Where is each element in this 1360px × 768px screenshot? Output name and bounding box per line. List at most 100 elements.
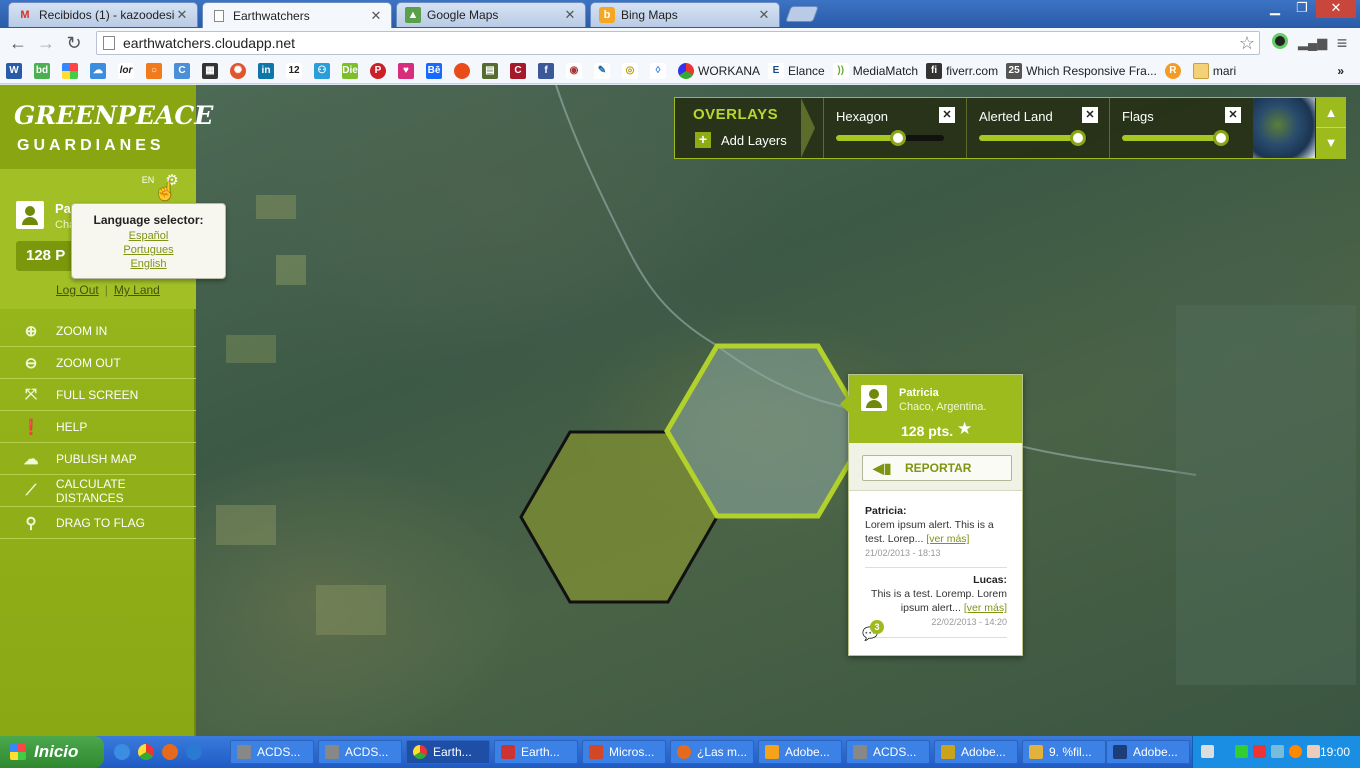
volume-icon[interactable] [1307,745,1320,758]
bookmark-orange[interactable]: ○ [146,61,166,81]
bookmark-folder-mari[interactable]: mari [1192,61,1236,81]
bookmark-fiverr[interactable]: fi fiverr.com [926,61,998,81]
menu-icon[interactable]: ≡ [1330,32,1354,54]
keyboard-icon[interactable] [1201,745,1214,758]
bookmark-12[interactable]: 12 [286,61,306,81]
bookmark-pinterest[interactable]: P [370,61,390,81]
forward-icon[interactable]: → [34,32,58,54]
taskbar-item[interactable]: Adobe... [1106,740,1190,764]
bookmark-elance[interactable]: E Elance [768,61,825,81]
bookmark-people[interactable]: ⚇ [314,61,334,81]
bookmark-heart[interactable]: ♥ [398,61,418,81]
slider-handle[interactable] [890,130,906,146]
opacity-slider[interactable] [979,130,1087,146]
bookmark-w[interactable]: W [6,61,26,81]
quicklaunch-icon[interactable] [114,744,130,760]
bookmark-drop[interactable]: ◊ [650,61,670,81]
close-icon[interactable]: ✕ [1225,107,1241,123]
taskbar-item[interactable]: ACDS... [846,740,930,764]
menu-zoom-in[interactable]: ⊕ ZOOM IN [0,315,196,347]
logout-link[interactable]: Log Out [56,283,99,297]
report-button[interactable]: ◀▮ REPORTAR [862,455,1012,481]
firefox-icon[interactable] [162,744,178,760]
close-tab-icon[interactable]: ✕ [563,7,577,23]
slider-handle[interactable] [1070,130,1086,146]
add-layers-button[interactable]: + Add Layers [695,132,787,148]
bookmark-behance[interactable]: Bē [426,61,446,81]
close-tab-icon[interactable]: ✕ [175,7,189,23]
opacity-slider[interactable] [1122,130,1230,146]
bookmark-lor[interactable]: lor [118,61,138,81]
tab-earthwatchers[interactable]: Earthwatchers ✕ [202,2,392,28]
bookmark-c[interactable]: C [174,61,194,81]
bookmark-star-icon[interactable]: ☆ [1239,33,1255,54]
bookmark-windows[interactable] [62,61,82,81]
slider-handle[interactable] [1213,130,1229,146]
bookmark-die[interactable]: Die [342,61,362,81]
bookmark-bd[interactable]: bd [34,61,54,81]
security-icon[interactable] [1253,745,1266,758]
my-land-link[interactable]: My Land [114,283,160,297]
bookmark-film[interactable]: ▦ [202,61,222,81]
bookmark-workana[interactable]: WORKANA [678,61,760,81]
network-icon[interactable] [1235,745,1248,758]
start-button[interactable]: Inicio [0,736,104,768]
close-tab-icon[interactable]: ✕ [369,8,383,24]
taskbar-item[interactable]: Earth... [406,740,490,764]
menu-calculate-distances[interactable]: ⟋ CALCULATE DISTANCES [0,475,196,507]
close-window-icon[interactable]: ✕ [1316,0,1356,18]
arrow-down-icon[interactable]: ▼ [1316,128,1346,158]
language-option-english[interactable]: English [72,257,225,271]
read-more-link[interactable]: [ver más] [964,602,1007,614]
taskbar-item[interactable]: Adobe... [934,740,1018,764]
bookmark-facebook[interactable]: f [538,61,558,81]
bookmark-linkedin[interactable]: in [258,61,278,81]
close-tab-icon[interactable]: ✕ [757,7,771,23]
menu-help[interactable]: ❗ HELP [0,411,196,443]
new-tab-button[interactable] [785,6,819,22]
restore-icon[interactable]: ❐ [1289,0,1315,18]
reload-icon[interactable]: ↻ [62,32,86,54]
bookmark-feather[interactable]: ✎ [594,61,614,81]
taskbar-item[interactable]: Adobe... [758,740,842,764]
opacity-slider[interactable] [836,130,944,146]
close-icon[interactable]: ✕ [1082,107,1098,123]
taskbar-item[interactable]: ACDS... [318,740,402,764]
bookmark-weather[interactable]: ☁ [90,61,110,81]
taskbar-item[interactable]: ACDS... [230,740,314,764]
update-icon[interactable] [1289,745,1302,758]
language-option-portugues[interactable]: Portugues [72,243,225,257]
minimize-icon[interactable]: ▁ [1262,0,1288,18]
satellite-map[interactable]: OVERLAYS + Add Layers Hexagon ✕ Alerted … [196,85,1360,736]
tab-bing-maps[interactable]: b Bing Maps ✕ [590,2,780,27]
read-more-link[interactable]: [ver más] [926,533,969,545]
close-icon[interactable]: ✕ [939,107,955,123]
dropbox-icon[interactable] [1271,745,1284,758]
taskbar-item[interactable]: Micros... [582,740,666,764]
greenpeace-logo[interactable]: GREENPEACE GUARDIANES [0,85,213,169]
menu-drag-to-flag[interactable]: ⚲ DRAG TO FLAG [0,507,196,539]
bookmark-eye[interactable]: ◎ [622,61,642,81]
bookmark-c2[interactable]: C [510,61,530,81]
taskbar-item[interactable]: ¿Las m... [670,740,754,764]
address-bar[interactable]: earthwatchers.cloudapp.net ☆ [96,31,1260,55]
bookmark-monkey[interactable]: ◉ [566,61,586,81]
taskbar-item[interactable]: 9. %fil... [1022,740,1106,764]
base-map-thumbnail[interactable] [1253,98,1315,158]
arrow-up-icon[interactable]: ▲ [1316,98,1346,128]
tab-google-maps[interactable]: ▲ Google Maps ✕ [396,2,586,27]
back-icon[interactable]: ← [6,32,30,54]
bookmark-chart[interactable]: ▤ [482,61,502,81]
more-bookmarks-icon[interactable]: » [1337,61,1344,81]
chrome-icon[interactable] [138,744,154,760]
tab-gmail[interactable]: M Recibidos (1) - kazoodesign@ ✕ [8,2,198,27]
extension-icon[interactable] [1268,32,1292,54]
bookmark-burst[interactable]: ✺ [230,61,250,81]
menu-zoom-out[interactable]: ⊖ ZOOM OUT [0,347,196,379]
language-option-espanol[interactable]: Español [72,229,225,243]
menu-full-screen[interactable]: ⤧ FULL SCREEN [0,379,196,411]
bookmark-mediamatch[interactable]: )) MediaMatch [832,61,918,81]
ie-icon[interactable] [186,744,202,760]
bookmark-responsive[interactable]: 25 Which Responsive Fra... [1006,61,1157,81]
bookmark-dot[interactable] [454,61,474,81]
